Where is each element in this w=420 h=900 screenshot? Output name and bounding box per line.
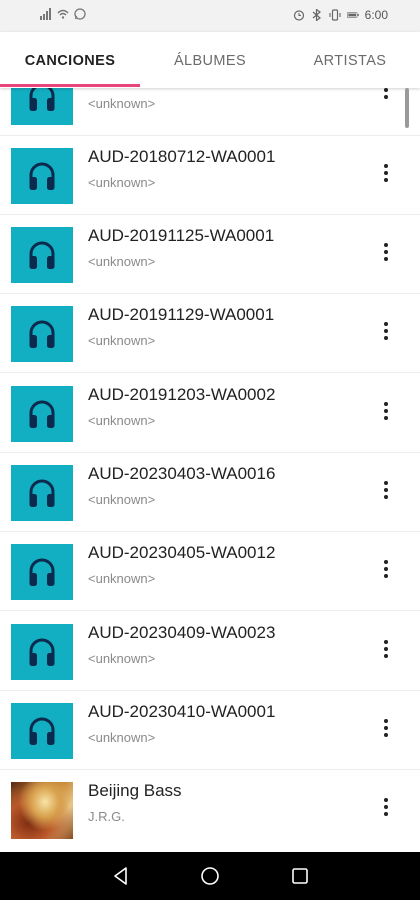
tab-albumes[interactable]: ÁLBUMES [140, 32, 280, 88]
overflow-menu-icon[interactable] [374, 88, 398, 113]
song-artist: <unknown> [88, 651, 156, 666]
headphones-icon [29, 400, 55, 428]
song-title: AUD-20230405-WA0012 [88, 543, 276, 562]
song-thumbnail [11, 465, 73, 521]
whatsapp-icon [74, 8, 86, 20]
divider [0, 372, 420, 373]
overflow-menu-icon[interactable] [374, 475, 398, 509]
active-tab-indicator [0, 84, 140, 87]
song-list[interactable]: <unknown> AUD-20180712-WA0001 <unknown> … [0, 88, 420, 850]
alarm-icon [293, 10, 304, 21]
song-artist: <unknown> [88, 730, 156, 745]
song-thumbnail [11, 544, 73, 600]
song-row[interactable]: AUD-20180712-WA0001 <unknown> [0, 136, 420, 215]
scrollbar[interactable] [405, 88, 409, 128]
song-thumbnail [11, 227, 73, 283]
song-artist: J.R.G. [88, 809, 125, 824]
vibrate-icon [329, 9, 341, 21]
song-artist: <unknown> [88, 413, 156, 428]
song-title: AUD-20230410-WA0001 [88, 702, 276, 721]
status-bar-left [40, 8, 86, 20]
headphones-icon [29, 558, 55, 586]
song-title: AUD-20191125-WA0001 [88, 226, 275, 245]
song-title: AUD-20191129-WA0001 [88, 305, 275, 324]
divider [0, 610, 420, 611]
song-thumbnail [11, 148, 73, 204]
tab-canciones[interactable]: CANCIONES [0, 32, 140, 88]
back-icon[interactable] [111, 866, 131, 886]
song-title: AUD-20230409-WA0023 [88, 623, 276, 642]
song-title: Beijing Bass [88, 781, 182, 800]
recents-icon[interactable] [290, 866, 310, 886]
song-artist: <unknown> [88, 492, 156, 507]
song-thumbnail [11, 306, 73, 362]
song-row[interactable]: AUD-20191129-WA0001 <unknown> [0, 294, 420, 373]
song-row[interactable]: AUD-20230405-WA0012 <unknown> [0, 532, 420, 611]
song-thumbnail [11, 624, 73, 680]
song-row[interactable]: AUD-20230403-WA0016 <unknown> [0, 453, 420, 532]
song-row[interactable]: AUD-20230410-WA0001 <unknown> [0, 691, 420, 770]
song-title: AUD-20230403-WA0016 [88, 464, 276, 483]
headphones-icon [29, 320, 55, 348]
home-icon[interactable] [200, 866, 220, 886]
overflow-menu-icon[interactable] [374, 158, 398, 192]
overflow-menu-icon[interactable] [374, 792, 398, 826]
song-thumbnail [11, 386, 73, 442]
song-thumbnail [11, 703, 73, 759]
song-row[interactable]: AUD-20230409-WA0023 <unknown> [0, 612, 420, 691]
song-artist: <unknown> [88, 571, 156, 586]
navigation-bar [0, 852, 420, 900]
signal-icon [40, 8, 51, 20]
song-title: AUD-20180712-WA0001 [88, 147, 276, 166]
headphones-icon [29, 162, 55, 190]
song-row[interactable]: AUD-20191203-WA0002 <unknown> [0, 374, 420, 453]
song-artist: <unknown> [88, 175, 156, 190]
overflow-menu-icon[interactable] [374, 713, 398, 747]
status-bar: 6:00 [0, 0, 420, 32]
headphones-icon [29, 717, 55, 745]
overflow-menu-icon[interactable] [374, 634, 398, 668]
song-artist: <unknown> [88, 96, 156, 111]
status-bar-right: 6:00 [293, 8, 388, 22]
tab-bar: CANCIONES ÁLBUMES ARTISTAS [0, 32, 420, 88]
song-row[interactable]: <unknown> [0, 88, 420, 136]
overflow-menu-icon[interactable] [374, 396, 398, 430]
headphones-icon [29, 638, 55, 666]
status-time: 6:00 [364, 8, 388, 22]
wifi-icon [57, 9, 69, 19]
headphones-icon [29, 479, 55, 507]
overflow-menu-icon[interactable] [374, 237, 398, 271]
tab-artistas[interactable]: ARTISTAS [280, 32, 420, 88]
song-title: AUD-20191203-WA0002 [88, 385, 276, 404]
song-row[interactable]: Beijing Bass J.R.G. [0, 770, 420, 849]
headphones-icon [29, 88, 55, 111]
song-thumbnail [11, 88, 73, 125]
battery-icon [346, 12, 359, 18]
overflow-menu-icon[interactable] [374, 554, 398, 588]
song-artist: <unknown> [88, 254, 156, 269]
overflow-menu-icon[interactable] [374, 316, 398, 350]
bluetooth-icon [312, 9, 321, 21]
song-artist: <unknown> [88, 333, 156, 348]
headphones-icon [29, 241, 55, 269]
song-row[interactable]: AUD-20191125-WA0001 <unknown> [0, 215, 420, 294]
album-cover [11, 782, 73, 839]
